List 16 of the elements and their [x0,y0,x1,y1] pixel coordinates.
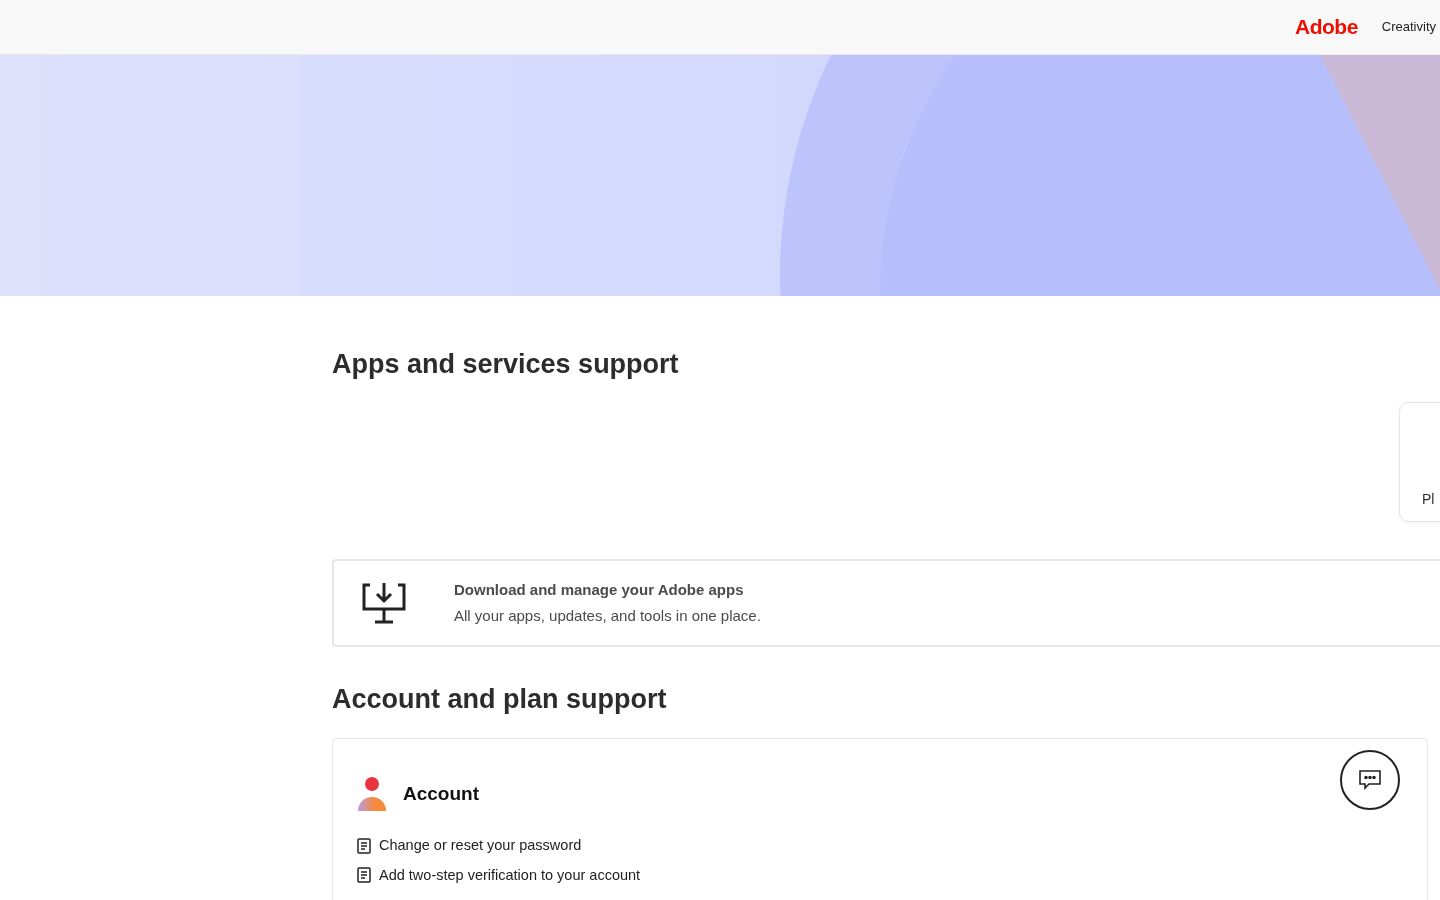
person-icon [357,776,387,811]
card-title: Download and manage your Adobe apps [454,579,745,600]
card-description: All your apps, updates, and tools in one place. [454,606,761,627]
nav-link[interactable]: Creativity [1381,17,1436,37]
monitor-download-icon [360,582,408,625]
document-icon [357,867,371,884]
card-title: Account [403,781,479,806]
help-link[interactable]: Change or reset your password [379,834,582,857]
section-heading: Account and plan support [332,683,668,716]
document-icon [357,837,371,854]
download-card[interactable]: Download and manage your Adobe apps All your apps, updates, and tools in one place. [332,559,1440,648]
help-link[interactable]: Add two-step verification to your account [379,864,641,887]
section-heading: Apps and services support [332,348,680,381]
category-card[interactable]: Pl [1399,402,1440,523]
adobe-logo[interactable]: Adobe [1295,11,1358,43]
chat-icon [1358,769,1382,791]
